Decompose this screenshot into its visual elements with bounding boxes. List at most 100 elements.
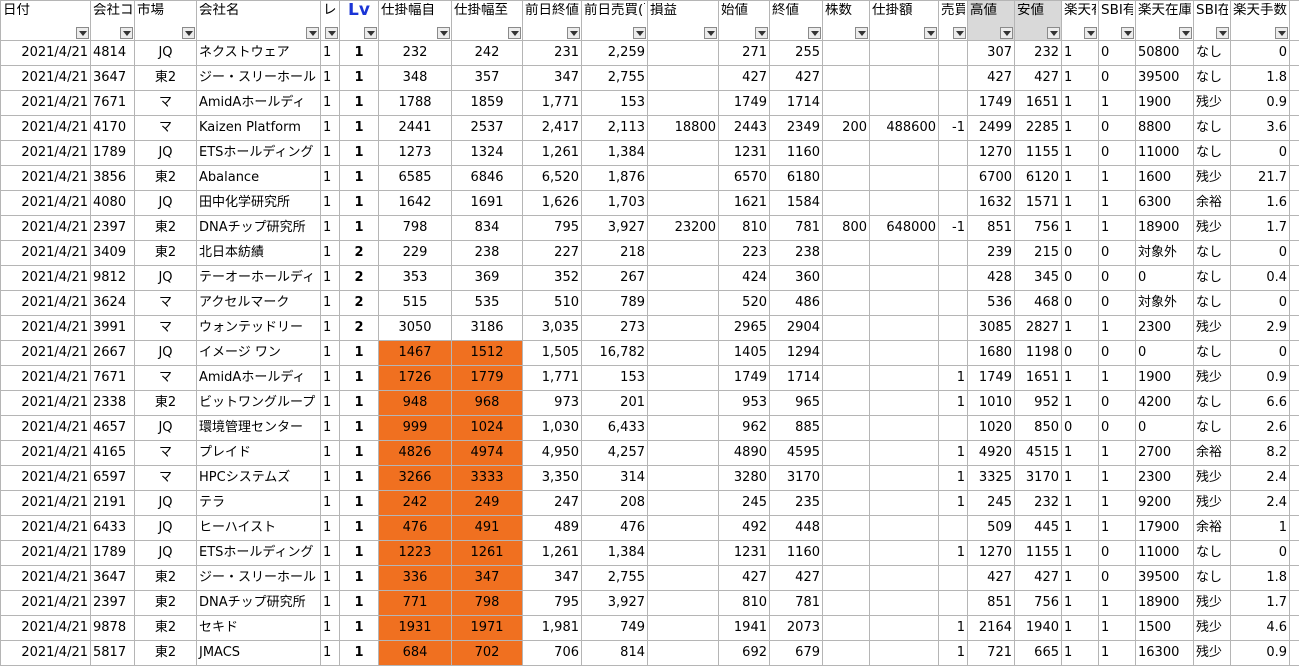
cell-high[interactable]: 2164 xyxy=(967,615,1015,641)
cell-low[interactable]: 665 xyxy=(1014,640,1062,666)
cell-re[interactable]: 1 xyxy=(320,190,340,216)
cell-prev-volume[interactable]: 1,384 xyxy=(581,140,648,166)
cell-extra[interactable] xyxy=(1289,440,1299,466)
cell-close[interactable]: 1714 xyxy=(769,365,823,391)
cell-pnl[interactable] xyxy=(647,565,719,591)
cell-low[interactable]: 952 xyxy=(1014,390,1062,416)
cell-sbi-stock[interactable]: なし xyxy=(1193,390,1231,416)
cell-pnl[interactable] xyxy=(647,340,719,366)
cell-company-code[interactable]: 7671 xyxy=(90,90,135,116)
cell-prev-close[interactable]: 1,771 xyxy=(522,90,582,116)
cell-sbi-flag[interactable]: 1 xyxy=(1098,315,1136,341)
cell-company-code[interactable]: 2338 xyxy=(90,390,135,416)
cell-company-code[interactable]: 1789 xyxy=(90,540,135,566)
cell-re[interactable]: 1 xyxy=(320,415,340,441)
cell-trade[interactable] xyxy=(938,90,968,116)
cell-lv[interactable]: 1 xyxy=(339,65,379,91)
cell-lv[interactable]: 1 xyxy=(339,440,379,466)
cell-rakuten-flag[interactable]: 1 xyxy=(1061,315,1099,341)
cell-open[interactable]: 1231 xyxy=(718,540,770,566)
cell-company-name[interactable]: テーオーホールディ xyxy=(196,265,321,291)
cell-prev-close[interactable]: 489 xyxy=(522,515,582,541)
cell-market[interactable]: マ xyxy=(134,290,197,316)
cell-sbi-stock[interactable]: 残少 xyxy=(1193,90,1231,116)
filter-dropdown-icon[interactable] xyxy=(306,27,319,39)
cell-prev-volume[interactable]: 1,876 xyxy=(581,165,648,191)
cell-position-amount[interactable] xyxy=(869,240,939,266)
cell-market[interactable]: 東2 xyxy=(134,565,197,591)
filter-dropdown-icon[interactable] xyxy=(76,27,89,39)
cell-company-name[interactable]: Abalance xyxy=(196,165,321,191)
cell-prev-volume[interactable]: 1,384 xyxy=(581,540,648,566)
cell-position-amount[interactable] xyxy=(869,40,939,66)
cell-pnl[interactable] xyxy=(647,65,719,91)
cell-sbi-flag[interactable]: 1 xyxy=(1098,365,1136,391)
cell-rakuten-stock[interactable]: 1900 xyxy=(1135,90,1194,116)
cell-prev-close[interactable]: 510 xyxy=(522,290,582,316)
cell-open[interactable]: 520 xyxy=(718,290,770,316)
cell-position-amount[interactable] xyxy=(869,590,939,616)
cell-position-amount[interactable] xyxy=(869,490,939,516)
cell-trade[interactable]: 1 xyxy=(938,490,968,516)
cell-sbi-flag[interactable]: 0 xyxy=(1098,540,1136,566)
cell-lv[interactable]: 1 xyxy=(339,215,379,241)
cell-low[interactable]: 2827 xyxy=(1014,315,1062,341)
cell-position-amount[interactable] xyxy=(869,565,939,591)
cell-low[interactable]: 756 xyxy=(1014,590,1062,616)
cell-prev-volume[interactable]: 208 xyxy=(581,490,648,516)
filter-dropdown-icon[interactable] xyxy=(364,27,377,39)
cell-open[interactable]: 1405 xyxy=(718,340,770,366)
cell-pnl[interactable] xyxy=(647,540,719,566)
cell-range-to[interactable]: 491 xyxy=(451,515,523,541)
cell-sbi-stock[interactable]: 残少 xyxy=(1193,215,1231,241)
cell-sbi-stock[interactable]: 残少 xyxy=(1193,365,1231,391)
cell-extra[interactable] xyxy=(1289,565,1299,591)
cell-company-code[interactable]: 3647 xyxy=(90,565,135,591)
cell-open[interactable]: 2965 xyxy=(718,315,770,341)
cell-prev-close[interactable]: 2,417 xyxy=(522,115,582,141)
cell-market[interactable]: マ xyxy=(134,115,197,141)
cell-market[interactable]: マ xyxy=(134,90,197,116)
filter-dropdown-icon[interactable] xyxy=(704,27,717,39)
cell-rakuten-flag[interactable]: 1 xyxy=(1061,640,1099,666)
cell-sbi-stock[interactable]: 残少 xyxy=(1193,590,1231,616)
cell-rakuten-flag[interactable]: 0 xyxy=(1061,265,1099,291)
cell-rakuten-stock[interactable]: 11000 xyxy=(1135,540,1194,566)
cell-prev-close[interactable]: 231 xyxy=(522,40,582,66)
cell-open[interactable]: 245 xyxy=(718,490,770,516)
filter-dropdown-icon[interactable] xyxy=(1000,27,1013,39)
cell-rakuten-stock[interactable]: 9200 xyxy=(1135,490,1194,516)
cell-market[interactable]: JQ xyxy=(134,490,197,516)
cell-close[interactable]: 448 xyxy=(769,515,823,541)
cell-close[interactable]: 6180 xyxy=(769,165,823,191)
cell-trade[interactable] xyxy=(938,265,968,291)
cell-range-to[interactable]: 3333 xyxy=(451,465,523,491)
cell-rakuten-stock[interactable]: 対象外 xyxy=(1135,290,1194,316)
cell-prev-volume[interactable]: 2,259 xyxy=(581,40,648,66)
cell-rakuten-stock[interactable]: 対象外 xyxy=(1135,240,1194,266)
cell-low[interactable]: 1651 xyxy=(1014,365,1062,391)
cell-prev-close[interactable]: 706 xyxy=(522,640,582,666)
cell-re[interactable]: 1 xyxy=(320,490,340,516)
cell-sbi-stock[interactable]: なし xyxy=(1193,565,1231,591)
cell-range-from[interactable]: 348 xyxy=(378,65,452,91)
cell-high[interactable]: 2499 xyxy=(967,115,1015,141)
cell-sbi-stock[interactable]: 残少 xyxy=(1193,640,1231,666)
cell-extra[interactable] xyxy=(1289,465,1299,491)
cell-lv[interactable]: 1 xyxy=(339,465,379,491)
cell-re[interactable]: 1 xyxy=(320,90,340,116)
cell-high[interactable]: 307 xyxy=(967,40,1015,66)
cell-high[interactable]: 1680 xyxy=(967,340,1015,366)
cell-re[interactable]: 1 xyxy=(320,140,340,166)
filter-dropdown-icon[interactable] xyxy=(437,27,450,39)
cell-company-code[interactable]: 3856 xyxy=(90,165,135,191)
cell-trade[interactable] xyxy=(938,40,968,66)
cell-date[interactable]: 2021/4/21 xyxy=(0,190,91,216)
cell-position-amount[interactable] xyxy=(869,515,939,541)
cell-shares[interactable] xyxy=(822,265,870,291)
cell-high[interactable]: 509 xyxy=(967,515,1015,541)
cell-low[interactable]: 6120 xyxy=(1014,165,1062,191)
cell-range-to[interactable]: 1691 xyxy=(451,190,523,216)
cell-market[interactable]: 東2 xyxy=(134,590,197,616)
cell-market[interactable]: マ xyxy=(134,365,197,391)
